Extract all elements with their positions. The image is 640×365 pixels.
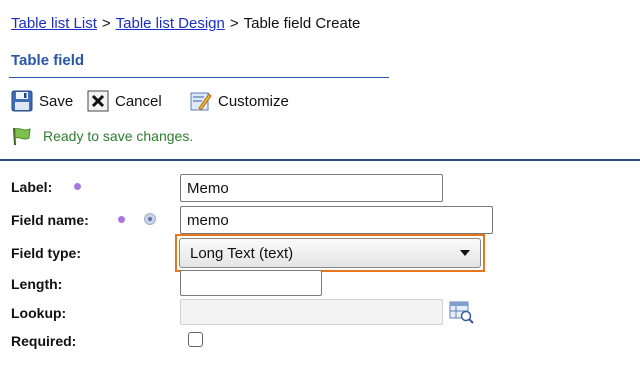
field-type-highlight: Long Text (text) [175,234,485,272]
info-icon[interactable] [144,213,156,225]
mandatory-indicator-icon [74,183,81,190]
field-type-select[interactable]: Long Text (text) [179,238,481,268]
field-name-label: Field name: [11,212,89,228]
lookup-table-icon[interactable] [449,299,475,325]
edit-form-icon [190,92,212,111]
cancel-button[interactable]: Cancel [87,88,162,114]
title-divider [9,77,389,78]
save-button[interactable]: Save [11,88,73,114]
floppy-disk-icon [11,90,33,112]
mandatory-indicator-icon [118,216,125,223]
cancel-label: Cancel [115,92,162,110]
length-input[interactable] [180,270,322,296]
field-name-input[interactable] [180,206,493,234]
lookup-label: Lookup: [11,305,67,321]
save-label: Save [39,92,74,110]
lookup-input[interactable] [180,299,443,325]
field-type-label: Field type: [11,245,82,261]
label-input[interactable] [180,174,443,202]
required-checkbox[interactable] [188,332,203,347]
breadcrumb-link-table-list-list[interactable]: Table list List [11,15,97,32]
breadcrumb-separator: > [229,15,239,32]
field-type-value: Long Text (text) [190,244,294,262]
form-divider [0,159,640,161]
label-field-label: Label: [11,179,53,195]
green-flag-icon [13,127,31,146]
length-label: Length: [11,276,63,292]
breadcrumb: Table list List > Table list Design > Table … [11,15,360,32]
customize-button[interactable]: Customize [190,88,289,114]
status-message: Ready to save changes. [11,126,193,146]
customize-label: Customize [218,92,289,110]
required-label: Required: [11,333,77,349]
chevron-down-icon [460,250,470,256]
x-box-icon [87,90,109,112]
breadcrumb-separator: > [101,15,111,32]
section-title: Table field [11,52,85,69]
breadcrumb-current: Table field Create [243,15,361,32]
status-text: Ready to save changes. [43,128,194,144]
breadcrumb-link-table-list-design[interactable]: Table list Design [116,15,225,32]
